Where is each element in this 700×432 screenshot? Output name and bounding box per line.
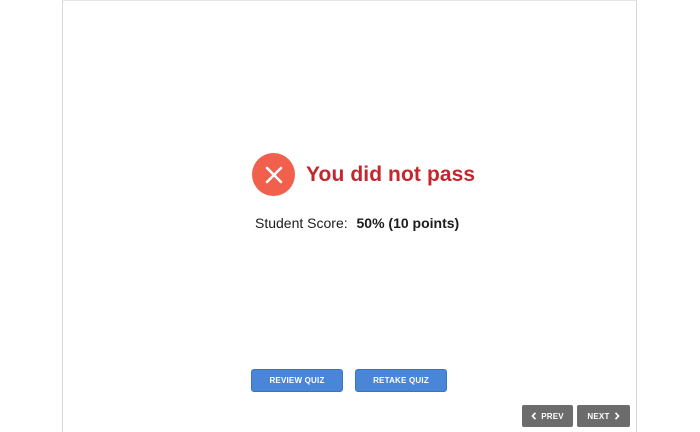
review-quiz-label: REVIEW QUIZ xyxy=(269,376,325,385)
prev-button[interactable]: PREV xyxy=(522,405,573,427)
result-header: You did not pass xyxy=(252,153,475,196)
next-label: NEXT xyxy=(587,411,610,421)
next-button[interactable]: NEXT xyxy=(577,405,630,427)
score-value: 50% (10 points) xyxy=(356,215,460,231)
result-title: You did not pass xyxy=(306,162,476,186)
retake-quiz-label: RETAKE QUIZ xyxy=(373,376,429,385)
close-icon xyxy=(252,153,295,196)
review-quiz-button[interactable]: REVIEW QUIZ xyxy=(251,369,343,392)
student-score: Student Score: 50% (10 points) xyxy=(255,215,459,231)
prev-label: PREV xyxy=(541,411,564,421)
score-label: Student Score: xyxy=(255,215,348,231)
retake-quiz-button[interactable]: RETAKE QUIZ xyxy=(355,369,447,392)
chevron-right-icon xyxy=(614,412,620,420)
chevron-left-icon xyxy=(531,412,537,420)
